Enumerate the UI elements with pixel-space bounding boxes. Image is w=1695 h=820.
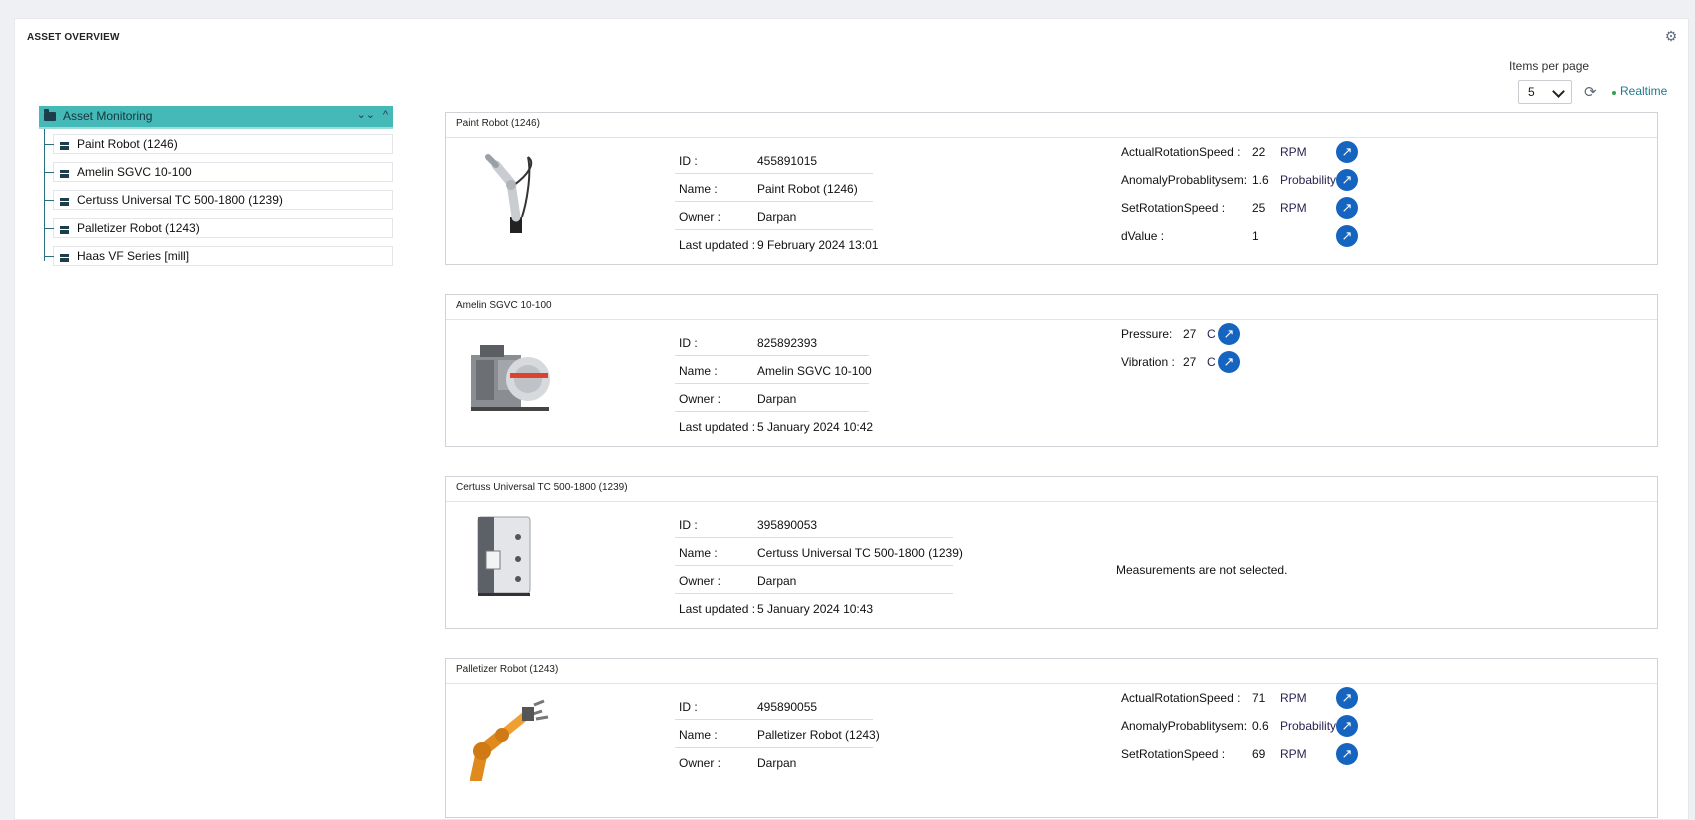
tree-item-certuss[interactable]: Certuss Universal TC 500-1800 (1239) [45, 190, 393, 210]
info-row-id: ID : 455891015 [675, 146, 873, 174]
asset-card: Paint Robot (1246) ID : 455891015 Name :… [445, 112, 1658, 265]
certuss-boiler-image [477, 516, 531, 596]
tree-item-palletizer[interactable]: Palletizer Robot (1243) [45, 218, 393, 238]
info-row-owner: Owner : Darpan [675, 384, 869, 412]
realtime-status-dot [1612, 91, 1616, 95]
chevron-up-icon[interactable]: ^ [383, 106, 388, 124]
info-row-name: Name : Certuss Universal TC 500-1800 (12… [675, 538, 963, 566]
chevron-down-icon [1552, 85, 1565, 98]
card-title: Amelin SGVC 10-100 [446, 295, 1657, 320]
tree-item-label: Palletizer Robot (1243) [77, 221, 200, 235]
info-row-name: Name : Palletizer Robot (1243) [675, 720, 880, 748]
tree-item-paint-robot[interactable]: Paint Robot (1246) [45, 134, 393, 154]
trend-arrow-icon[interactable]: ↗ [1336, 715, 1358, 737]
info-row-updated: Last updated : 5 January 2024 10:42 [679, 420, 874, 434]
paint-robot-image [485, 154, 533, 233]
asset-icon [60, 142, 69, 150]
expand-all-icon[interactable]: ⌄⌄ [357, 106, 375, 124]
items-per-page-label: Items per page [1509, 59, 1590, 73]
info-row-name: Name : Amelin SGVC 10-100 [675, 356, 872, 384]
card-title: Palletizer Robot (1243) [446, 659, 1657, 684]
asset-info: ID : 825892393 Name : Amelin SGVC 10-100… [675, 328, 874, 440]
asset-tree: Asset Monitoring ⌄⌄ ^ Paint Robot (1246)… [39, 106, 393, 266]
info-row-id: ID : 495890055 [675, 692, 873, 720]
asset-info: ID : 495890055 Name : Palletizer Robot (… [675, 692, 880, 776]
asset-card: Amelin SGVC 10-100 ID : 825892393 Name :… [445, 294, 1658, 447]
info-row-owner: Owner : Darpan [679, 756, 797, 770]
refresh-icon[interactable]: ⟳ [1584, 83, 1597, 101]
trend-arrow-icon[interactable]: ↗ [1336, 225, 1358, 247]
panel-title: ASSET OVERVIEW [27, 32, 120, 43]
asset-icon [60, 254, 69, 262]
card-title: Paint Robot (1246) [446, 113, 1657, 138]
trend-arrow-icon[interactable]: ↗ [1336, 169, 1358, 191]
amelin-machine-image [471, 345, 550, 411]
info-row-id: ID : 825892393 [675, 328, 869, 356]
items-per-page-value: 5 [1528, 85, 1535, 99]
palletizer-robot-image [470, 699, 549, 781]
asset-card: Palletizer Robot (1243) ID : 495890055 N… [445, 658, 1658, 818]
asset-info: ID : 395890053 Name : Certuss Universal … [675, 510, 963, 622]
trend-arrow-icon[interactable]: ↗ [1336, 197, 1358, 219]
tree-root-asset-monitoring[interactable]: Asset Monitoring ⌄⌄ ^ [39, 106, 393, 129]
gear-icon[interactable]: ⚙ [1663, 28, 1679, 44]
folder-icon [44, 109, 56, 121]
trend-arrow-icon[interactable]: ↗ [1336, 743, 1358, 765]
info-row-updated: Last updated : 9 February 2024 13:01 [679, 238, 879, 252]
info-row-owner: Owner : Darpan [675, 566, 953, 594]
tree-item-label: Haas VF Series [mill] [77, 249, 190, 263]
asset-info: ID : 455891015 Name : Paint Robot (1246)… [675, 146, 879, 258]
asset-icon [60, 198, 69, 206]
info-row-owner: Owner : Darpan [675, 202, 873, 230]
tree-item-amelin[interactable]: Amelin SGVC 10-100 [45, 162, 393, 182]
tree-root-label: Asset Monitoring [63, 109, 153, 123]
info-row-updated: Last updated : 5 January 2024 10:43 [679, 602, 874, 616]
asset-icon [60, 226, 69, 234]
info-row-id: ID : 395890053 [675, 510, 953, 538]
tree-item-haas[interactable]: Haas VF Series [mill] [45, 246, 393, 266]
asset-icon [60, 170, 69, 178]
tree-item-label: Amelin SGVC 10-100 [77, 165, 192, 179]
trend-arrow-icon[interactable]: ↗ [1336, 141, 1358, 163]
no-measurements-message: Measurements are not selected. [1116, 563, 1288, 577]
trend-arrow-icon[interactable]: ↗ [1218, 351, 1240, 373]
trend-arrow-icon[interactable]: ↗ [1218, 323, 1240, 345]
trend-arrow-icon[interactable]: ↗ [1336, 687, 1358, 709]
card-title: Certuss Universal TC 500-1800 (1239) [446, 477, 1657, 502]
asset-card: Certuss Universal TC 500-1800 (1239) ID … [445, 476, 1658, 629]
tree-item-label: Certuss Universal TC 500-1800 (1239) [77, 193, 283, 207]
realtime-link[interactable]: Realtime [1620, 84, 1667, 98]
asset-overview-panel: ASSET OVERVIEW ⚙ Items per page 5 ⟳ Real… [14, 18, 1689, 820]
tree-item-label: Paint Robot (1246) [77, 137, 178, 151]
items-per-page-select[interactable]: 5 [1518, 80, 1572, 104]
info-row-name: Name : Paint Robot (1246) [675, 174, 873, 202]
